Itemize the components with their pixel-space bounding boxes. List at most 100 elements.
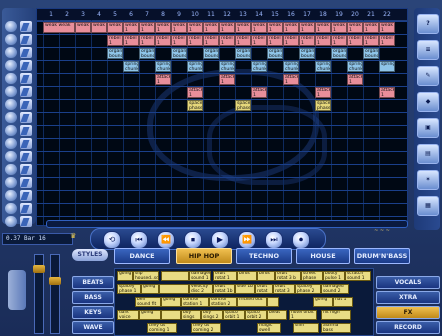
track-edit-button[interactable] <box>20 99 32 110</box>
sample-item[interactable]: orbit rotat 1 <box>213 271 237 281</box>
save-button[interactable]: ▣ <box>417 118 439 138</box>
sample-item[interactable]: slip housed..sd <box>133 271 159 281</box>
sample-clip[interactable]: spring chunk 1 <box>283 61 299 72</box>
sample-clip[interactable]: weak weak <box>43 22 75 33</box>
slider-knob[interactable] <box>49 277 61 285</box>
sample-item[interactable]: going <box>161 297 181 307</box>
track-edit-button[interactable] <box>20 190 32 201</box>
sample-item[interactable]: velocity disc 2 <box>189 284 213 294</box>
sample-item[interactable]: birds <box>237 271 257 281</box>
track-edit-button[interactable] <box>20 164 32 175</box>
track-edit-button[interactable] <box>20 60 32 71</box>
sample-item[interactable]: orbit rotat 3 b <box>275 271 301 281</box>
sample-clip[interactable]: attack 1 <box>315 87 331 98</box>
category-xtra[interactable]: XTRA <box>376 291 440 304</box>
style-tab-dance[interactable]: DANCE <box>114 248 170 264</box>
style-tab-drumnbass[interactable]: DRUM'N'BASS <box>354 248 410 264</box>
horizontal-scrollbar[interactable] <box>46 220 408 228</box>
track-mute-button[interactable] <box>5 112 17 123</box>
stop-button[interactable]: ⏹ <box>184 231 202 249</box>
sample-clip[interactable]: rebel 1 <box>283 35 299 46</box>
sample-clip[interactable]: weak 1 <box>139 22 155 33</box>
sample-clip[interactable]: weak 1 <box>283 22 299 33</box>
tools-button[interactable]: ✎ <box>417 66 439 86</box>
sample-clip[interactable]: weak <box>107 22 123 33</box>
sample-clip[interactable]: organ bounce <box>363 48 379 59</box>
sample-item[interactable]: hat 1 <box>333 297 353 307</box>
sample-clip[interactable]: organ bounce <box>203 48 219 59</box>
track-mute-button[interactable] <box>5 34 17 45</box>
sample-clip[interactable]: organ bounce <box>235 48 251 59</box>
sample-clip[interactable]: attack 1 <box>155 74 171 85</box>
sample-clip[interactable]: weak 1 <box>219 22 235 33</box>
category-fx[interactable]: FX <box>376 306 440 319</box>
sample-clip[interactable]: weak 1 <box>251 22 267 33</box>
sample-clip[interactable]: weak 1 <box>203 22 219 33</box>
category-record[interactable]: RECORD <box>376 321 440 334</box>
sample-item[interactable]: bell sound fit <box>135 297 161 307</box>
slider-knob[interactable] <box>33 265 45 273</box>
sample-item[interactable] <box>161 310 181 320</box>
sample-item[interactable]: birds <box>257 271 275 281</box>
sample-clip[interactable]: weak 1 <box>315 22 331 33</box>
sample-item[interactable]: damaged sound 1 <box>189 271 211 281</box>
track-edit-button[interactable] <box>20 151 32 162</box>
track-mute-button[interactable] <box>5 151 17 162</box>
track-edit-button[interactable] <box>20 73 32 84</box>
sample-item[interactable]: orbit rotat 3 <box>273 284 295 294</box>
help-button[interactable]: ? <box>417 14 439 34</box>
sample-clip[interactable]: attack 1 <box>347 74 363 85</box>
track-mute-button[interactable] <box>5 138 17 149</box>
track-mute-button[interactable] <box>5 86 17 97</box>
category-vocals[interactable]: VOCALS <box>376 276 440 289</box>
options-button[interactable]: ▤ <box>417 144 439 164</box>
sample-item[interactable] <box>159 284 189 294</box>
sample-clip[interactable]: weak 1 <box>347 22 363 33</box>
sample-clip[interactable]: rebel 1 <box>251 35 267 46</box>
sample-clip[interactable]: rebel 1 <box>203 35 219 46</box>
sample-item[interactable] <box>161 271 189 281</box>
arrangement-grid[interactable]: 1 2 3 4 5 6 7 8 9 10 11 12 13 14 15 16 17 18 19 20 21 22 weak… <box>36 8 408 226</box>
sample-item[interactable] <box>267 297 279 307</box>
track-mute-button[interactable] <box>5 99 17 110</box>
sample-clip[interactable]: rebel 1 <box>139 35 155 46</box>
star-button[interactable]: ✶ <box>417 170 439 190</box>
track-edit-button[interactable] <box>20 203 32 214</box>
track-mute-button[interactable] <box>5 60 17 71</box>
sample-clip[interactable]: weak 1 <box>235 22 251 33</box>
sample-clip[interactable]: attack 1 <box>251 87 267 98</box>
rewind-button[interactable]: ⏪ <box>157 231 175 249</box>
track-edit-button[interactable] <box>20 216 32 227</box>
category-keys[interactable]: KEYS <box>72 306 114 319</box>
sample-clip[interactable]: rebel 1 <box>123 35 139 46</box>
play-button[interactable]: ▶ <box>211 231 229 249</box>
track-edit-button[interactable] <box>20 21 32 32</box>
sample-clip[interactable]: weak <box>75 22 91 33</box>
sample-clip[interactable]: spacey phase 2 <box>235 100 251 111</box>
sample-clip[interactable]: organ bounce <box>107 48 123 59</box>
sample-clip[interactable]: weak 1 <box>299 22 315 33</box>
sample-clip[interactable]: rebel 1 <box>155 35 171 46</box>
sample-clip[interactable]: spring chunk 1 <box>123 61 139 72</box>
record-button[interactable]: ⏺ <box>292 231 310 249</box>
sample-item[interactable]: spaco orbit 2 <box>245 310 267 320</box>
sample-item[interactable]: orbit rotat 1b <box>213 284 235 294</box>
sample-item[interactable]: dark voice <box>117 310 139 320</box>
sample-item[interactable]: going <box>141 284 159 294</box>
sample-clip[interactable]: organ bounce <box>267 48 283 59</box>
side-toggle[interactable] <box>8 270 26 310</box>
sample-clip[interactable]: rebel 1 <box>299 35 315 46</box>
track-mute-button[interactable] <box>5 177 17 188</box>
to-start-button[interactable]: ⏮ <box>130 231 148 249</box>
sample-item[interactable]: bleat <box>267 310 287 320</box>
sample-clip[interactable]: spring <box>379 61 395 72</box>
track-mute-button[interactable] <box>5 73 17 84</box>
sample-clip[interactable]: weak 1 <box>267 22 283 33</box>
sample-item[interactable]: scratch sound 1 <box>345 271 371 281</box>
sample-clip[interactable]: organ bounce <box>171 48 187 59</box>
sample-clip[interactable]: attack 1 <box>219 74 235 85</box>
effects-button[interactable]: ◆ <box>417 92 439 112</box>
sample-item[interactable]: boy sings 2 <box>201 310 223 320</box>
volume-slider-left[interactable] <box>33 254 45 334</box>
sample-clip[interactable]: rebel 1 <box>235 35 251 46</box>
